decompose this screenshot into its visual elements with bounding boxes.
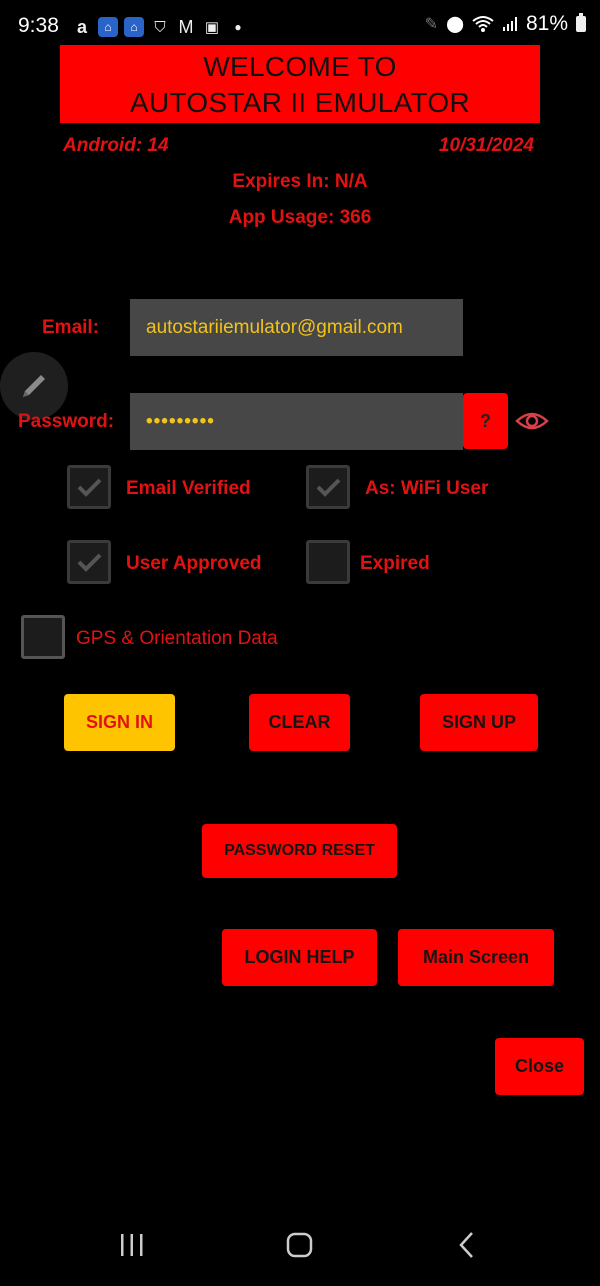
banner-line-1: WELCOME TO <box>203 51 397 82</box>
close-button[interactable]: Close <box>495 1038 584 1095</box>
shield-app-icon: ⛉ <box>154 18 166 36</box>
signal-icon <box>502 17 517 31</box>
show-password-eye-icon[interactable] <box>515 408 549 434</box>
system-icons: ✎ ⬤ 81% <box>425 12 586 36</box>
banner-line-2: AUTOSTAR II EMULATOR <box>130 87 470 118</box>
email-field[interactable]: autostariiemulator@gmail.com <box>130 299 463 356</box>
gps-orientation-label: GPS & Orientation Data <box>76 628 278 649</box>
amazon-icon: a <box>76 16 87 37</box>
check-icon <box>316 478 341 497</box>
battery-percent: 81% <box>525 12 568 35</box>
pencil-icon <box>23 375 45 397</box>
password-help-button[interactable]: ? <box>463 393 508 449</box>
password-reset-button[interactable]: PASSWORD RESET <box>202 824 397 878</box>
clear-button[interactable]: CLEAR <box>249 694 350 751</box>
password-field[interactable]: ••••••••• <box>130 393 463 450</box>
dot-icon: ● <box>234 20 242 34</box>
edit-fab[interactable] <box>0 352 68 420</box>
wifi-user-checkbox[interactable] <box>306 465 350 509</box>
gps-orientation-checkbox[interactable] <box>21 615 65 659</box>
check-icon <box>77 553 102 572</box>
calendar-icon: ▣ <box>204 19 220 36</box>
location-icon: ⬤ <box>446 16 464 33</box>
wifi-user-label: As: WiFi User <box>365 478 489 499</box>
expires-in: Expires In: N/A <box>232 171 368 192</box>
user-approved-label: User Approved <box>126 553 262 574</box>
current-date: 10/31/2024 <box>438 135 534 156</box>
login-help-button[interactable]: LOGIN HELP <box>222 929 377 986</box>
check-icon <box>77 478 102 497</box>
battery-icon <box>576 13 586 32</box>
app-usage: App Usage: 366 <box>228 207 372 228</box>
password-label: Password: <box>18 411 115 432</box>
sign-up-button[interactable]: SIGN UP <box>420 694 538 751</box>
notification-icons: a ⌂ ⌂ ⛉ M ▣ ● <box>72 14 248 40</box>
main-screen-button[interactable]: Main Screen <box>398 929 554 986</box>
expired-checkbox[interactable] <box>306 540 350 584</box>
wifi-icon <box>472 16 494 32</box>
pencil-icon: ✎ <box>424 16 439 33</box>
welcome-banner: WELCOME TO AUTOSTAR II EMULATOR <box>60 45 540 123</box>
home-app-icon: ⌂ <box>124 17 144 37</box>
email-verified-checkbox[interactable] <box>67 465 111 509</box>
sign-in-button[interactable]: SIGN IN <box>64 694 175 751</box>
android-version: Android: 14 <box>63 135 169 156</box>
user-approved-checkbox[interactable] <box>67 540 111 584</box>
status-time: 9:38 <box>18 14 59 37</box>
email-label: Email: <box>42 317 100 338</box>
home-app-icon: ⌂ <box>98 17 118 37</box>
home-icon[interactable] <box>284 1230 316 1260</box>
gmail-icon: M <box>178 16 194 37</box>
expired-label: Expired <box>360 553 430 574</box>
recent-apps-icon[interactable] <box>118 1230 146 1260</box>
back-icon[interactable] <box>455 1230 479 1260</box>
email-verified-label: Email Verified <box>126 478 251 499</box>
